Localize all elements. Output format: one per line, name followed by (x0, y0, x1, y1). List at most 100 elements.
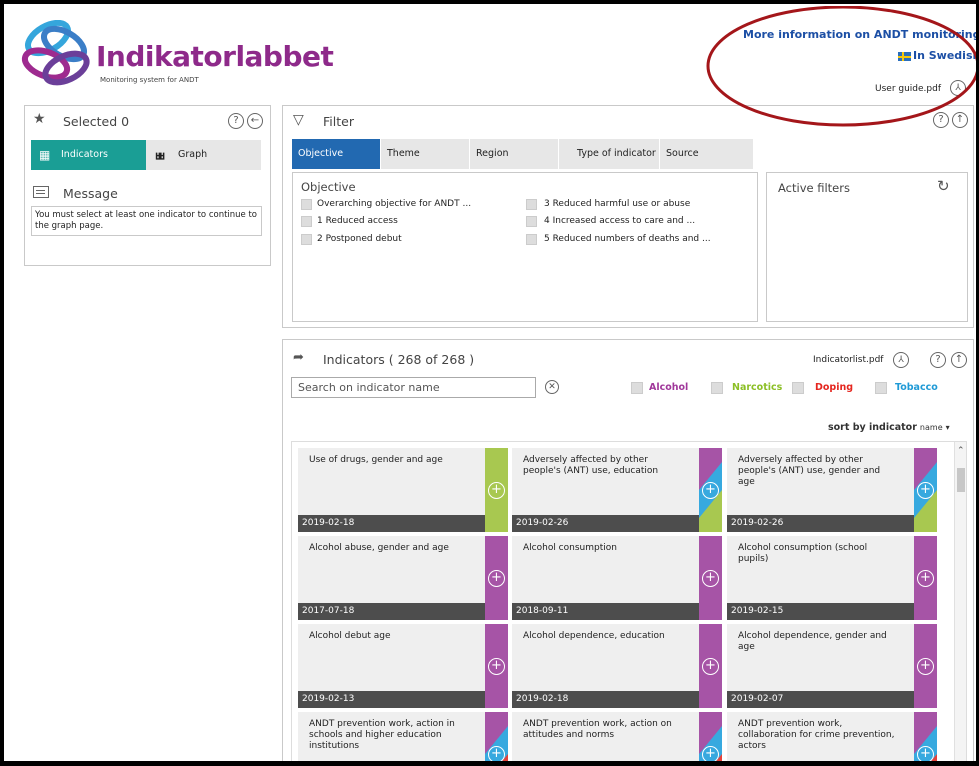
objective-label-3[interactable]: 3 Reduced harmful use or abuse (544, 199, 690, 209)
tab-graph-label: Graph (178, 149, 208, 160)
reset-icon[interactable]: ↻ (937, 177, 950, 195)
logo-mark-icon (18, 19, 96, 86)
up-icon[interactable]: ↑ (951, 352, 967, 368)
alcohol-checkbox[interactable] (631, 382, 643, 394)
selected-title: Selected 0 (63, 114, 130, 129)
scroll-up-icon[interactable]: ⌃ (957, 446, 965, 456)
tab-source[interactable]: Source (660, 139, 753, 169)
add-indicator-icon[interactable]: + (702, 482, 719, 499)
tab-indicators[interactable]: ▦ Indicators (31, 140, 146, 170)
objective-checkbox-2[interactable] (301, 234, 312, 245)
legend-narcotics[interactable]: Narcotics (732, 382, 782, 393)
selected-panel: ★ Selected 0 ? ← ▦ Indicators ㅃ Graph Me… (24, 105, 271, 266)
clear-icon[interactable]: ✕ (545, 380, 559, 394)
indicator-card[interactable]: Alcohol dependence, education 2019-02-18 + (512, 624, 722, 708)
filter-panel: ▽ Filter ? ↑ Objective Theme Region Type… (282, 105, 974, 328)
indicators-title: Indicators ( 268 of 268 ) (323, 352, 475, 367)
pdf-icon[interactable]: ⅄ (893, 352, 909, 368)
objective-checkbox-4[interactable] (526, 216, 537, 227)
indicatorlist-pdf-link[interactable]: Indicatorlist.pdf (813, 355, 883, 365)
scrollbar-thumb[interactable] (957, 468, 965, 492)
objective-label-0[interactable]: Overarching objective for ANDT ... (317, 199, 471, 209)
add-indicator-icon[interactable]: + (917, 746, 934, 761)
objective-heading: Objective (301, 180, 356, 194)
message-icon (33, 186, 49, 198)
scrollbar[interactable]: ⌃ (954, 442, 966, 761)
legend-doping[interactable]: Doping (815, 382, 853, 393)
indicator-card[interactable]: Use of drugs, gender and age 2019-02-18 + (298, 448, 508, 532)
tab-region[interactable]: Region (470, 139, 558, 169)
indicator-card-date: 2019-02-26 (512, 515, 699, 532)
add-indicator-icon[interactable]: + (702, 658, 719, 675)
indicator-card[interactable]: Adversely affected by other people's (AN… (727, 448, 937, 532)
indicator-card-title: Alcohol dependence, education (523, 631, 665, 641)
add-indicator-icon[interactable]: + (702, 746, 719, 761)
indicator-card-date: 2019-02-26 (727, 515, 914, 532)
indicator-card[interactable]: ANDT prevention work, collaboration for … (727, 712, 937, 761)
add-indicator-icon[interactable]: + (488, 482, 505, 499)
tab-type-of-indicator[interactable]: Type of indicator (559, 139, 659, 169)
indicator-card-title: Alcohol abuse, gender and age (309, 543, 449, 553)
sort-control[interactable]: sort by indicator name ▾ (828, 422, 950, 433)
indicator-card-date: 2019-02-15 (727, 603, 914, 620)
indicator-card[interactable]: Alcohol consumption (school pupils) 2019-… (727, 536, 937, 620)
add-indicator-icon[interactable]: + (917, 570, 934, 587)
objective-checkbox-3[interactable] (526, 199, 537, 210)
indicator-card[interactable]: Alcohol dependence, gender and age 2019-0… (727, 624, 937, 708)
indicator-card[interactable]: ANDT prevention work, action in schools … (298, 712, 508, 761)
legend-alcohol[interactable]: Alcohol (649, 382, 688, 393)
indicator-card-title: ANDT prevention work, action in schools … (309, 719, 455, 751)
indicator-card-title: Adversely affected by other people's (AN… (523, 455, 659, 476)
indicator-card[interactable]: Alcohol debut age 2019-02-13 + (298, 624, 508, 708)
help-icon[interactable]: ? (228, 113, 244, 129)
indicator-card-title: Alcohol consumption (523, 543, 617, 553)
indicator-card[interactable]: Adversely affected by other people's (AN… (512, 448, 722, 532)
indicator-card-date: 2019-02-07 (727, 691, 914, 708)
arrow-icon: ➦ (293, 350, 304, 365)
objective-label-4[interactable]: 4 Increased access to care and ... (544, 216, 695, 226)
add-indicator-icon[interactable]: + (702, 570, 719, 587)
objective-checkbox-5[interactable] (526, 234, 537, 245)
objective-checkbox-1[interactable] (301, 216, 312, 227)
indicators-panel: ➦ Indicators ( 268 of 268 ) Indicatorlis… (282, 339, 974, 761)
doping-checkbox[interactable] (792, 382, 804, 394)
indicator-card[interactable]: ANDT prevention work, action on attitude… (512, 712, 722, 761)
indicator-card-title: Alcohol debut age (309, 631, 391, 641)
objective-box: Objective Overarching objective for ANDT… (292, 172, 758, 322)
add-indicator-icon[interactable]: + (488, 570, 505, 587)
objective-checkbox-0[interactable] (301, 199, 312, 210)
indicator-card[interactable]: Alcohol abuse, gender and age 2017-07-18 + (298, 536, 508, 620)
active-filters-title: Active filters (778, 181, 850, 195)
help-icon[interactable]: ? (930, 352, 946, 368)
indicator-card-date: 2019-02-18 (512, 691, 699, 708)
app-logo-subtitle: Monitoring system for ANDT (100, 76, 199, 84)
narcotics-checkbox[interactable] (711, 382, 723, 394)
legend-tobacco[interactable]: Tobacco (895, 382, 938, 393)
tab-theme[interactable]: Theme (381, 139, 469, 169)
objective-label-2[interactable]: 2 Postponed debut (317, 234, 402, 244)
add-indicator-icon[interactable]: + (488, 658, 505, 675)
tab-objective[interactable]: Objective (292, 139, 380, 169)
indicator-card-title: ANDT prevention work, action on attitude… (523, 719, 672, 740)
objective-label-5[interactable]: 5 Reduced numbers of deaths and ... (544, 234, 711, 244)
tab-indicators-label: Indicators (61, 149, 108, 160)
add-indicator-icon[interactable]: + (917, 658, 934, 675)
indicator-card-date: 2019-02-13 (298, 691, 485, 708)
active-filters-box: Active filters ↻ (766, 172, 968, 322)
filter-icon: ▽ (293, 112, 304, 128)
indicator-card[interactable]: Alcohol consumption 2018-09-11 + (512, 536, 722, 620)
objective-label-1[interactable]: 1 Reduced access (317, 216, 398, 226)
indicator-card-date: 2018-09-11 (512, 603, 699, 620)
message-text: You must select at least one indicator t… (35, 210, 258, 231)
tab-graph[interactable]: ㅃ Graph (146, 140, 261, 170)
message-title: Message (63, 186, 118, 201)
add-indicator-icon[interactable]: + (488, 746, 505, 761)
sort-value: name (919, 423, 943, 432)
chevron-down-icon: ▾ (945, 423, 950, 432)
tobacco-checkbox[interactable] (875, 382, 887, 394)
add-indicator-icon[interactable]: + (917, 482, 934, 499)
indicator-card-date: 2017-07-18 (298, 603, 485, 620)
back-icon[interactable]: ← (247, 113, 263, 129)
search-input[interactable]: Search on indicator name (291, 377, 536, 398)
search-placeholder: Search on indicator name (298, 381, 440, 394)
